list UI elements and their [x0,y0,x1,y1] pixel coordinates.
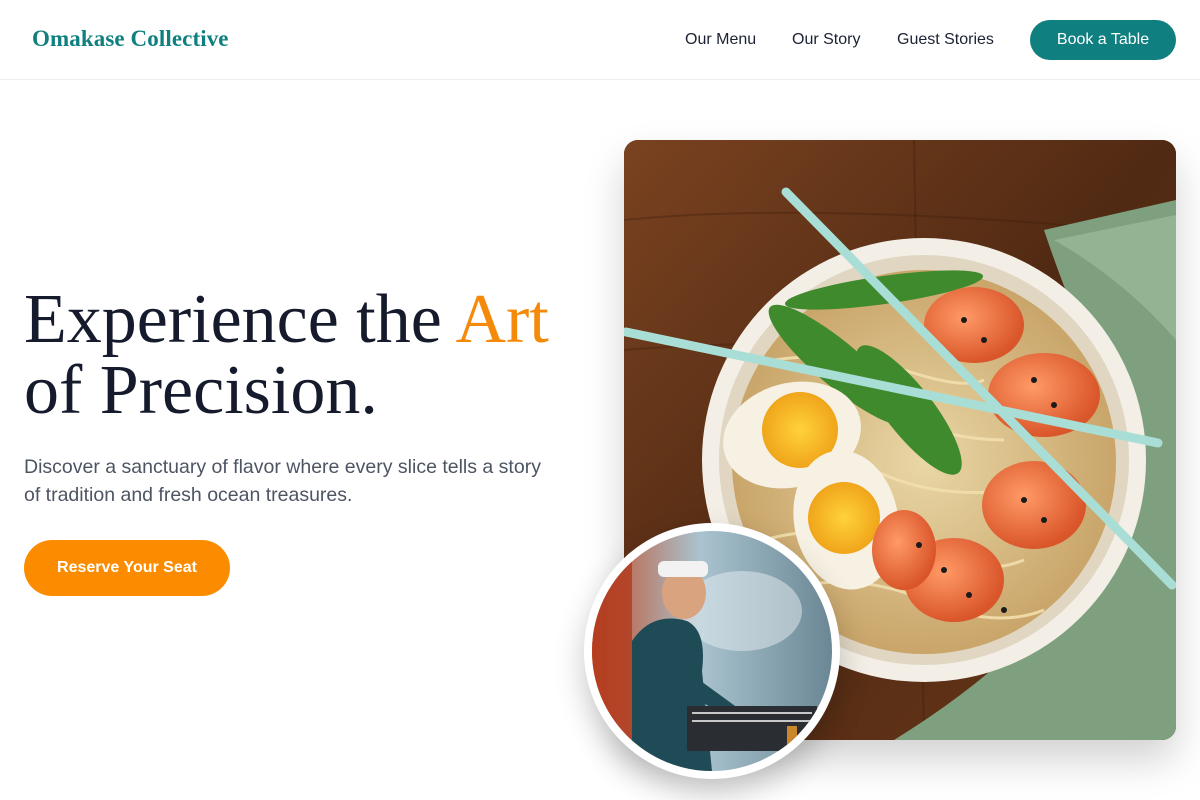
chef-photo-frame [584,523,840,779]
nav-our-menu[interactable]: Our Menu [685,31,756,49]
book-table-button[interactable]: Book a Table [1030,20,1176,60]
chef-grilling-illustration [592,531,832,771]
hero-headline: Experience the Art of Precision. [24,284,604,426]
hero-subtext: Discover a sanctuary of flavor where eve… [24,456,541,506]
nav-our-story[interactable]: Our Story [792,31,860,49]
chef-grilling-image [592,531,832,771]
site-header: Omakase Collective Our Menu Our Story Gu… [0,0,1200,80]
reserve-seat-button[interactable]: Reserve Your Seat [24,540,230,596]
headline-text-2: of Precision. [24,352,378,429]
brand-logo[interactable]: Omakase Collective [32,26,229,52]
nav-guest-stories[interactable]: Guest Stories [897,31,994,49]
headline-accent: Art [455,281,549,358]
headline-text: Experience the [24,281,456,358]
